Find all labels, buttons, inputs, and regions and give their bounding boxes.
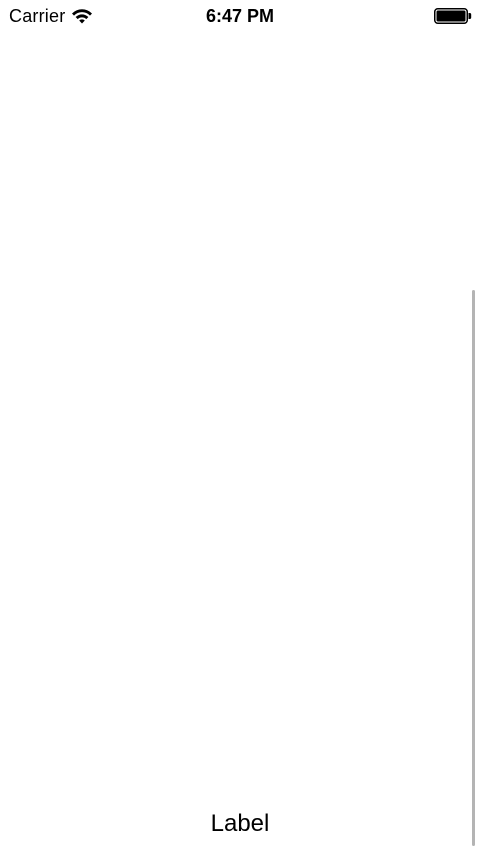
scroll-view[interactable] [0, 32, 480, 852]
vertical-scroll-indicator[interactable] [472, 290, 475, 846]
battery-icon [434, 8, 472, 24]
status-time: 6:47 PM [205, 6, 275, 26]
status-bar: Carrier 6:47 PM [0, 0, 480, 32]
content-label: Label [210, 810, 270, 837]
